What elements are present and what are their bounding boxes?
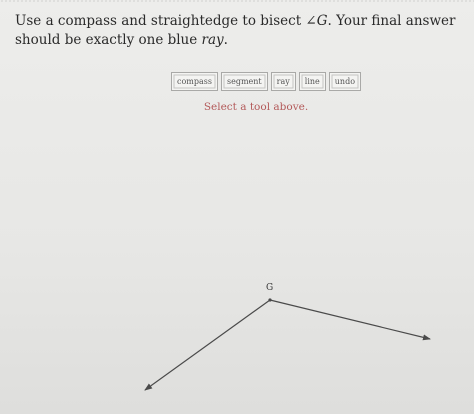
ray-word: ray [201,32,224,48]
ray-right [269,299,431,341]
angle-symbol: ∠ [305,13,317,29]
angle-name: G [316,13,328,29]
status-message: Select a tool above. [203,101,309,113]
top-border [0,0,474,2]
line-button[interactable]: line [298,72,326,91]
page-background: Use a compass and straightedge to bisect… [0,0,474,414]
angle-diagram [144,298,431,391]
ray-left [144,299,271,391]
vertex-point[interactable] [268,298,272,302]
prompt-text-end: . [223,32,228,48]
drawing-canvas[interactable] [0,120,474,414]
segment-button[interactable]: segment [220,72,268,91]
question-prompt: Use a compass and straightedge to bisect… [15,12,470,50]
prompt-text-before: Use a compass and straightedge to bisect [15,13,306,29]
vertex-label: G [266,283,274,293]
compass-button[interactable]: compass [171,72,218,91]
tool-bar: compass segment ray line undo [171,72,362,91]
ray-button[interactable]: ray [270,72,296,91]
undo-button[interactable]: undo [328,72,362,91]
